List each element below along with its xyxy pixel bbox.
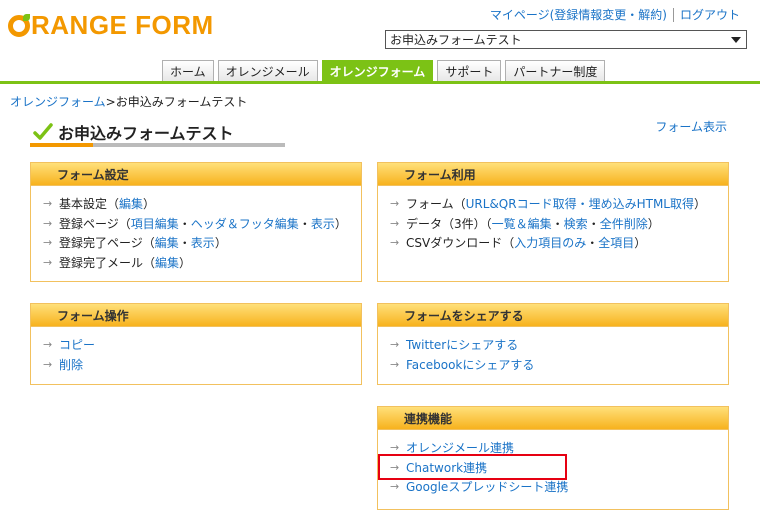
list-item: → CSVダウンロード（ 入力項目のみ・全項目） bbox=[390, 233, 728, 253]
arrow-right-icon: → bbox=[43, 236, 53, 250]
reg-view-link[interactable]: 表示 bbox=[311, 215, 335, 232]
google-sheets-integration-link[interactable]: Googleスプレッドシート連携 bbox=[406, 478, 568, 495]
tab-support[interactable]: サポート bbox=[437, 60, 502, 82]
arrow-right-icon: → bbox=[390, 236, 400, 250]
dot-separator: ・ bbox=[298, 216, 311, 231]
title-underline-accent bbox=[30, 143, 93, 147]
chevron-down-icon bbox=[731, 36, 741, 43]
arrow-right-icon: → bbox=[43, 255, 53, 269]
panel-form-share: フォームをシェアする → Twitterにシェアする → Facebookにシェ… bbox=[377, 303, 729, 385]
title-underline bbox=[30, 143, 285, 147]
form-selector-value: お申込みフォームテスト bbox=[390, 33, 522, 47]
list-item: → 登録ページ（ 項目編集・ヘッダ＆フッタ編集・表示） bbox=[43, 214, 361, 234]
account-links: マイページ(登録情報変更・解約) ログアウト bbox=[490, 6, 740, 23]
panel-form-usage: フォーム利用 → フォーム（ URL&QRコード取得・埋め込みHTML取得） → … bbox=[377, 162, 729, 282]
arrow-right-icon: → bbox=[390, 357, 400, 371]
item-label: 登録完了メール（ bbox=[59, 255, 156, 270]
panel-form-operations: フォーム操作 → コピー → 削除 bbox=[30, 303, 362, 385]
arrow-right-icon: → bbox=[43, 197, 53, 211]
paren-close: ） bbox=[634, 236, 647, 251]
tab-orange-form[interactable]: オレンジフォーム bbox=[321, 60, 434, 82]
list-item: → 基本設定（ 編集） bbox=[43, 194, 361, 214]
data-search-link[interactable]: 検索 bbox=[564, 215, 588, 232]
nav-divider bbox=[0, 81, 760, 84]
form-selector[interactable]: お申込みフォームテスト bbox=[385, 30, 747, 49]
arrow-right-icon: → bbox=[390, 338, 400, 352]
arrow-right-icon: → bbox=[390, 441, 400, 455]
main-nav-tabs: ホーム オレンジメール オレンジフォーム サポート パートナー制度 bbox=[162, 60, 606, 82]
csv-all-items-link[interactable]: 全項目 bbox=[598, 234, 634, 251]
share-twitter-link[interactable]: Twitterにシェアする bbox=[406, 336, 518, 353]
item-label: 基本設定（ bbox=[59, 197, 120, 212]
list-item: → データ（3件）（ 一覧＆編集・検索・全件削除） bbox=[390, 214, 728, 234]
basic-settings-edit-link[interactable]: 編集 bbox=[119, 195, 143, 212]
breadcrumb-separator: > bbox=[105, 95, 116, 109]
arrow-right-icon: → bbox=[390, 216, 400, 230]
copy-form-link[interactable]: コピー bbox=[59, 336, 95, 353]
mypage-link[interactable]: マイページ(登録情報変更・解約) bbox=[490, 6, 667, 23]
check-icon bbox=[33, 123, 53, 140]
arrow-right-icon: → bbox=[390, 197, 400, 211]
panel-title: フォーム利用 bbox=[378, 163, 728, 186]
panel-form-settings: フォーム設定 → 基本設定（ 編集） → 登録ページ（ 項目編集・ヘッダ＆フッタ編集… bbox=[30, 162, 362, 282]
orange-form-logo[interactable]: RANGE FORM bbox=[8, 10, 214, 41]
arrow-right-icon: → bbox=[43, 357, 53, 371]
paren-close: ） bbox=[647, 216, 660, 231]
dot-separator: ・ bbox=[551, 216, 564, 231]
breadcrumb-root-link[interactable]: オレンジフォーム bbox=[10, 95, 106, 109]
logout-link[interactable]: ログアウト bbox=[680, 6, 740, 23]
panel-title: フォーム設定 bbox=[31, 163, 361, 186]
paren-close: ） bbox=[334, 216, 347, 231]
csv-input-only-link[interactable]: 入力項目のみ bbox=[514, 234, 586, 251]
list-item: → フォーム（ URL&QRコード取得・埋め込みHTML取得） bbox=[390, 194, 728, 214]
arrow-right-icon: → bbox=[390, 480, 400, 494]
logo-text: RANGE FORM bbox=[31, 10, 214, 40]
reg-items-edit-link[interactable]: 項目編集 bbox=[131, 215, 179, 232]
panel-title: フォームをシェアする bbox=[378, 304, 728, 327]
paren-close: ） bbox=[214, 236, 227, 251]
list-item: → Facebookにシェアする bbox=[390, 355, 728, 375]
dot-separator: ・ bbox=[587, 216, 600, 231]
paren-close: ） bbox=[693, 197, 706, 212]
tab-partner[interactable]: パートナー制度 bbox=[505, 60, 606, 82]
tab-home[interactable]: ホーム bbox=[162, 60, 214, 82]
dot-separator: ・ bbox=[586, 236, 599, 251]
done-mail-edit-link[interactable]: 編集 bbox=[155, 254, 179, 271]
item-label: フォーム（ bbox=[406, 197, 466, 212]
form-url-embed-link[interactable]: URL&QRコード取得・埋め込みHTML取得 bbox=[466, 195, 694, 212]
done-page-view-link[interactable]: 表示 bbox=[191, 234, 215, 251]
breadcrumb: オレンジフォーム>お申込みフォームテスト bbox=[10, 93, 247, 110]
list-item: → Twitterにシェアする bbox=[390, 335, 728, 355]
panel-title: フォーム操作 bbox=[31, 304, 361, 327]
account-divider bbox=[672, 7, 674, 22]
list-item: → 削除 bbox=[43, 355, 361, 375]
list-item: → コピー bbox=[43, 335, 361, 355]
reg-header-footer-edit-link[interactable]: ヘッダ＆フッタ編集 bbox=[191, 215, 299, 232]
delete-form-link[interactable]: 削除 bbox=[59, 356, 83, 373]
done-page-edit-link[interactable]: 編集 bbox=[155, 234, 179, 251]
data-delete-all-link[interactable]: 全件削除 bbox=[600, 215, 648, 232]
highlight-box bbox=[378, 454, 567, 480]
arrow-right-icon: → bbox=[43, 338, 53, 352]
data-list-edit-link[interactable]: 一覧＆編集 bbox=[492, 215, 552, 232]
page-title: お申込みフォームテスト bbox=[58, 124, 234, 143]
dot-separator: ・ bbox=[178, 216, 191, 231]
logo-o-mark bbox=[8, 13, 30, 37]
item-label: データ（3件）（ bbox=[406, 216, 492, 231]
item-label: 登録完了ページ（ bbox=[59, 236, 155, 251]
share-facebook-link[interactable]: Facebookにシェアする bbox=[406, 356, 534, 373]
tab-orange-mail[interactable]: オレンジメール bbox=[217, 60, 318, 82]
breadcrumb-current: お申込みフォームテスト bbox=[115, 95, 248, 109]
panel-title: 連携機能 bbox=[378, 407, 728, 430]
paren-close: ） bbox=[143, 197, 156, 212]
arrow-right-icon: → bbox=[43, 216, 53, 230]
dot-separator: ・ bbox=[178, 236, 191, 251]
page-title-block: お申込みフォームテスト bbox=[33, 120, 234, 144]
item-label: CSVダウンロード（ bbox=[406, 236, 515, 251]
list-item: → 登録完了メール（ 編集） bbox=[43, 253, 361, 273]
list-item: → 登録完了ページ（ 編集・表示） bbox=[43, 233, 361, 253]
paren-close: ） bbox=[179, 255, 192, 270]
form-view-link[interactable]: フォーム表示 bbox=[655, 118, 727, 135]
item-label: 登録ページ（ bbox=[59, 216, 131, 231]
